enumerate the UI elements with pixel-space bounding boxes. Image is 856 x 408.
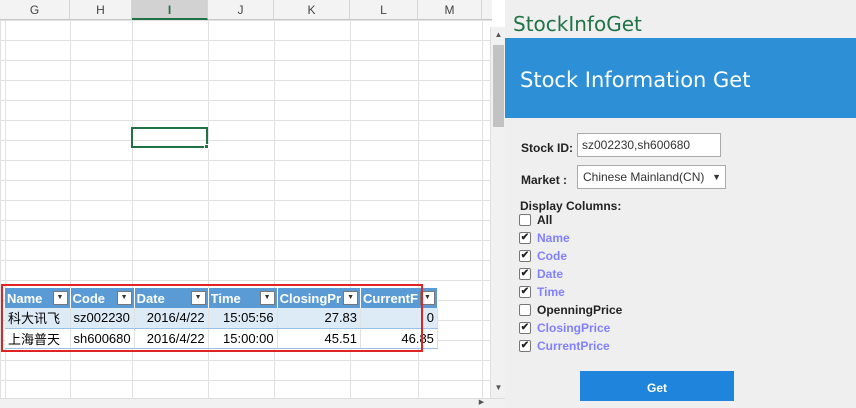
checkbox-name[interactable]: ✔ Name (519, 230, 570, 246)
header-label: CurrentF (363, 290, 418, 306)
cell-current-price[interactable]: 0 (360, 308, 438, 329)
scrollbar-thumb[interactable] (493, 45, 504, 127)
header-code: Code ▼ (70, 288, 135, 308)
cell-date[interactable]: 2016/4/22 (134, 308, 209, 329)
pane-app-title: StockInfoGet (513, 12, 642, 36)
column-header-row: G H I J K L M (0, 0, 492, 20)
column-header-i[interactable]: I (132, 0, 208, 20)
checkbox-date[interactable]: ✔ Date (519, 266, 563, 282)
checkbox-box[interactable]: ✔ (519, 340, 531, 352)
checkbox-label: ClosingPrice (537, 321, 611, 335)
market-select[interactable]: Chinese Mainland(CN) ▼ (577, 165, 726, 189)
checkbox-box[interactable] (519, 304, 531, 316)
market-selected-value: Chinese Mainland(CN) (583, 170, 705, 184)
get-button[interactable]: Get (580, 371, 734, 401)
checkbox-label: OpenningPrice (537, 303, 623, 317)
checkbox-box[interactable]: ✔ (519, 250, 531, 262)
filter-dropdown-icon[interactable]: ▼ (52, 291, 68, 305)
cell-code[interactable]: sz002230 (70, 308, 135, 329)
column-header-m[interactable]: M (418, 0, 482, 20)
scroll-down-icon[interactable]: ▼ (491, 380, 506, 395)
header-label: Name (7, 290, 43, 306)
stock-id-label: Stock ID: (521, 141, 574, 155)
column-header-g[interactable]: G (0, 0, 70, 20)
market-label: Market : (521, 173, 568, 187)
chevron-down-icon: ▼ (712, 172, 721, 182)
table-row: 科大讯飞 sz002230 2016/4/22 15:05:56 27.83 0 (5, 308, 438, 329)
checkbox-time[interactable]: ✔ Time (519, 284, 565, 300)
checkbox-label: All (537, 213, 553, 227)
header-label: Time (210, 290, 241, 306)
cell-current-price[interactable]: 46.85 (360, 328, 438, 349)
checkbox-label: Time (537, 285, 565, 299)
table-row: 上海普天 sh600680 2016/4/22 15:00:00 45.51 4… (5, 328, 438, 349)
checkbox-closing-price[interactable]: ✔ ClosingPrice (519, 320, 610, 336)
checkbox-label: Date (537, 267, 564, 281)
checkbox-box[interactable]: ✔ (519, 268, 531, 280)
column-header-l[interactable]: L (350, 0, 418, 20)
column-header-k[interactable]: K (274, 0, 350, 20)
checkbox-code[interactable]: ✔ Code (519, 248, 567, 264)
header-name: Name ▼ (5, 288, 71, 308)
header-current-price: CurrentF ▼ (360, 288, 438, 308)
checkbox-openning-price[interactable]: OpenningPrice (519, 302, 622, 318)
banner-title: Stock Information Get (520, 68, 751, 92)
horizontal-scrollbar[interactable]: ▶ (0, 398, 505, 408)
display-columns-label: Display Columns: (520, 199, 622, 213)
scroll-right-icon[interactable]: ▶ (474, 398, 489, 408)
active-cell-selection[interactable] (131, 127, 208, 148)
column-header-h[interactable]: H (70, 0, 132, 20)
worksheet-area[interactable]: G H I J K L M Name ▼ Code ▼ Date ▼ Time ▼ (0, 0, 492, 398)
excel-window: G H I J K L M Name ▼ Code ▼ Date ▼ Time ▼ (0, 0, 856, 408)
header-label: Date (136, 290, 165, 306)
cell-time[interactable]: 15:00:00 (208, 328, 278, 349)
task-pane: StockInfoGet Stock Information Get Stock… (505, 0, 856, 408)
checkbox-label: Name (537, 231, 570, 245)
filter-dropdown-icon[interactable]: ▼ (343, 291, 359, 305)
stock-data-table: Name ▼ Code ▼ Date ▼ Time ▼ ClosingPr ▼ Curre… (5, 288, 438, 349)
filter-dropdown-icon[interactable]: ▼ (419, 291, 435, 305)
header-closing-price: ClosingPr ▼ (277, 288, 362, 308)
grid-line (482, 20, 483, 398)
checkbox-all[interactable]: All (519, 212, 552, 228)
header-time: Time ▼ (208, 288, 278, 308)
checkbox-label: Code (537, 249, 567, 263)
checkbox-current-price[interactable]: ✔ CurrentPrice (519, 338, 610, 354)
filter-dropdown-icon[interactable]: ▼ (259, 291, 275, 305)
cell-time[interactable]: 15:05:56 (208, 308, 278, 329)
cell-date[interactable]: 2016/4/22 (134, 328, 209, 349)
checkbox-label: CurrentPrice (537, 339, 610, 353)
vertical-scrollbar[interactable]: ▲ ▼ (490, 27, 505, 398)
checkbox-box[interactable]: ✔ (519, 286, 531, 298)
cell-name[interactable]: 科大讯飞 (5, 308, 71, 329)
fill-handle[interactable] (204, 144, 209, 149)
checkbox-box[interactable]: ✔ (519, 232, 531, 244)
checkbox-box[interactable] (519, 214, 531, 226)
cell-code[interactable]: sh600680 (70, 328, 135, 349)
table-header-row: Name ▼ Code ▼ Date ▼ Time ▼ ClosingPr ▼ Curre… (5, 288, 438, 308)
cell-name[interactable]: 上海普天 (5, 328, 71, 349)
scroll-up-icon[interactable]: ▲ (491, 27, 506, 42)
stock-id-input[interactable] (577, 133, 721, 157)
header-label: ClosingPr (279, 290, 342, 306)
header-label: Code (72, 290, 106, 306)
pane-banner: Stock Information Get (505, 38, 856, 118)
checkbox-box[interactable]: ✔ (519, 322, 531, 334)
column-header-j[interactable]: J (208, 0, 274, 20)
filter-dropdown-icon[interactable]: ▼ (190, 291, 206, 305)
header-date: Date ▼ (134, 288, 209, 308)
cell-closing-price[interactable]: 27.83 (277, 308, 362, 329)
filter-dropdown-icon[interactable]: ▼ (116, 291, 132, 305)
cell-closing-price[interactable]: 45.51 (277, 328, 362, 349)
